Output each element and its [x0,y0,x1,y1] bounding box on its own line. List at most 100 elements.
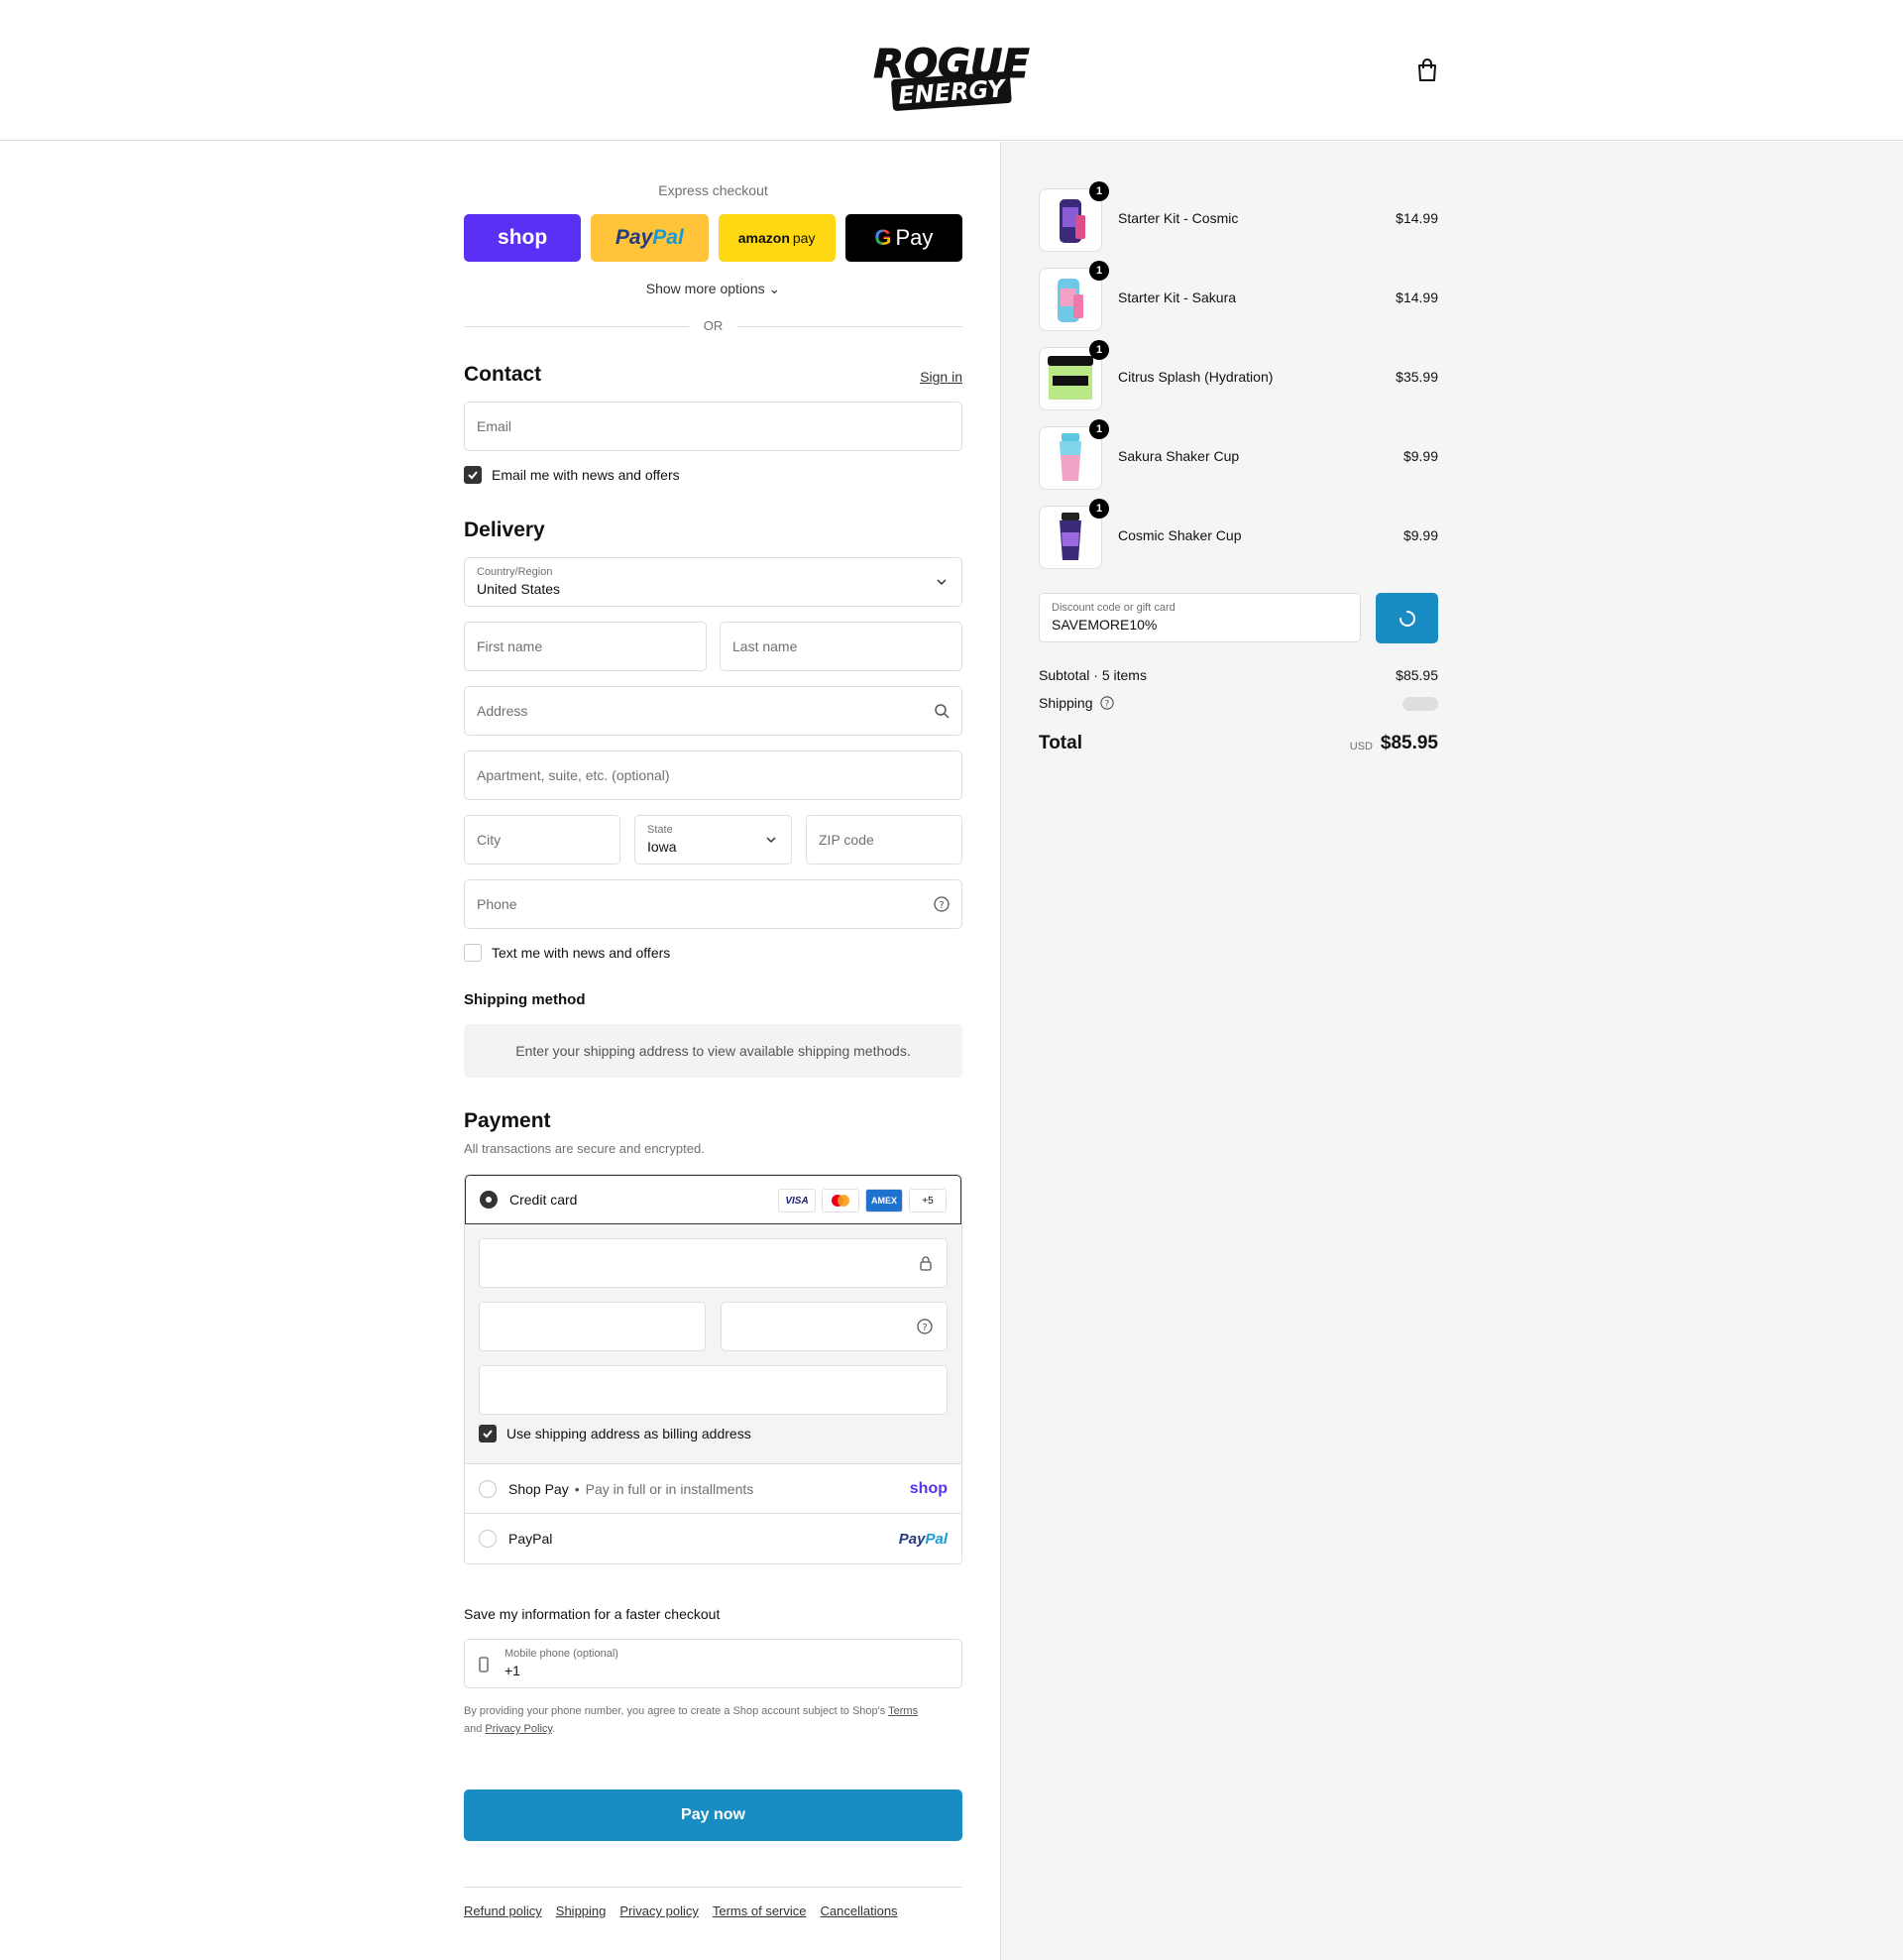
shop-pay-button[interactable]: shop [464,214,582,262]
quantity-badge: 1 [1089,340,1109,360]
footer-divider [464,1887,962,1888]
line-item: 1 Starter Kit - Cosmic $14.99 [1039,181,1438,252]
line-item: 1 Cosmic Shaker Cup $9.99 [1039,499,1438,569]
express-checkout-title: Express checkout [658,182,768,198]
paypal-option[interactable]: PayPal PayPal [465,1514,961,1563]
item-price: $14.99 [1396,210,1438,226]
sign-in-link[interactable]: Sign in [920,369,962,385]
paypal-logo: PayPal [898,1530,948,1548]
radio-empty-icon[interactable] [479,1479,497,1498]
shop-logo: shop [909,1479,948,1497]
show-more-options-button[interactable]: Show more options ⌄ [464,281,962,297]
address-field[interactable]: Address [464,686,962,736]
item-price: $9.99 [1402,527,1438,543]
item-name: Citrus Splash (Hydration) [1118,369,1274,385]
card-number-field[interactable] [479,1238,948,1288]
phone-field[interactable]: Phone ? [464,879,962,929]
billing-same-checkbox[interactable]: Use shipping address as billing address [479,1425,751,1442]
subtotal-row: Subtotal · 5 items $85.95 [1039,667,1438,683]
product-thumbnail: 1 [1039,340,1109,410]
email-field[interactable]: Email [464,402,962,451]
amazon-pay-button[interactable]: amazon pay [718,214,836,262]
loading-spinner-icon [1399,610,1415,627]
item-price: $9.99 [1402,448,1438,464]
rogue-energy-logo[interactable]: ROGUE ENERGY [833,44,1070,113]
apply-discount-button[interactable] [1376,593,1438,643]
chevron-down-icon: ⌄ [768,281,781,296]
radio-empty-icon[interactable] [479,1530,497,1548]
terms-of-service-link[interactable]: Terms of service [713,1903,807,1918]
svg-text:?: ? [922,1323,927,1333]
help-circle-icon[interactable]: ? [917,1319,933,1334]
pay-now-button[interactable]: Pay now [464,1789,962,1841]
shop-pay-option[interactable]: Shop Pay • Pay in full or in installment… [465,1464,961,1514]
city-field[interactable]: City [464,815,620,865]
checkbox-empty-icon[interactable] [464,944,482,962]
mastercard-icon [822,1189,859,1212]
apartment-field[interactable]: Apartment, suite, etc. (optional) [464,750,962,800]
cancellations-link[interactable]: Cancellations [821,1903,898,1918]
lock-icon [920,1256,932,1271]
expiration-field[interactable] [479,1302,706,1351]
shipping-row: Shipping ? [1039,695,1438,711]
line-item: 1 Sakura Shaker Cup $9.99 [1039,419,1438,490]
refund-policy-link[interactable]: Refund policy [464,1903,542,1918]
order-summary-panel [1000,142,1903,1960]
product-thumbnail: 1 [1039,419,1109,490]
contact-title: Contact [464,363,542,386]
paypal-button[interactable]: Pay Pal [591,214,709,262]
terms-link[interactable]: Terms [888,1705,918,1717]
mobile-phone-field[interactable]: Mobile phone (optional) +1 [464,1639,962,1688]
svg-text:?: ? [1105,700,1110,710]
item-price: $35.99 [1396,369,1438,385]
shipping-method-title: Shipping method [464,991,586,1008]
google-pay-button[interactable]: G Pay [844,214,962,262]
credit-card-option[interactable]: Credit card VISA AMEX +5 [465,1175,961,1224]
zip-field[interactable]: ZIP code [806,815,962,865]
first-name-field[interactable]: First name [464,622,707,671]
amex-icon: AMEX [865,1189,903,1212]
security-code-field[interactable]: ? [721,1302,948,1351]
quantity-badge: 1 [1089,261,1109,281]
item-name: Starter Kit - Cosmic [1118,210,1239,226]
shipping-loading-placeholder [1402,697,1438,711]
text-news-checkbox[interactable]: Text me with news and offers [464,944,670,962]
chevron-down-icon [766,837,776,844]
save-info-title: Save my information for a faster checkou… [464,1606,721,1622]
privacy-policy-footer-link[interactable]: Privacy policy [619,1903,698,1918]
svg-text:?: ? [939,900,944,911]
shopping-bag-icon[interactable] [1415,58,1439,83]
privacy-policy-link[interactable]: Privacy Policy [485,1723,552,1735]
quantity-badge: 1 [1089,499,1109,519]
chevron-down-icon [937,579,947,586]
name-on-card-field[interactable] [479,1365,948,1415]
or-divider: OR [464,318,962,334]
product-thumbnail: 1 [1039,499,1109,569]
quantity-badge: 1 [1089,181,1109,201]
card-form: ? Use shipping address as billing addres… [465,1224,961,1464]
item-price: $14.99 [1396,289,1438,305]
last-name-field[interactable]: Last name [720,622,962,671]
shipping-link[interactable]: Shipping [556,1903,607,1918]
radio-selected-icon[interactable] [480,1191,498,1209]
help-circle-icon[interactable]: ? [934,896,950,912]
item-name: Cosmic Shaker Cup [1118,527,1242,543]
search-icon [935,704,950,719]
delivery-title: Delivery [464,519,545,541]
help-circle-icon[interactable]: ? [1100,696,1115,710]
email-news-checkbox[interactable]: Email me with news and offers [464,466,680,484]
item-name: Sakura Shaker Cup [1118,448,1240,464]
mobile-phone-icon [479,1657,489,1672]
express-buttons: shop Pay Pal amazon pay G Pay [464,214,962,262]
header: ROGUE ENERGY [0,0,1903,141]
state-select[interactable]: State Iowa [634,815,792,865]
checkbox-checked-icon[interactable] [464,466,482,484]
payment-subtitle: All transactions are secure and encrypte… [464,1141,705,1156]
country-select[interactable]: Country/Region United States [464,557,962,607]
checkbox-checked-icon[interactable] [479,1425,497,1442]
payment-methods: Credit card VISA AMEX +5 ? Use shipping … [464,1174,962,1564]
line-item: 1 Starter Kit - Sakura $14.99 [1039,261,1438,331]
line-item: 1 Citrus Splash (Hydration) $35.99 [1039,340,1438,410]
quantity-badge: 1 [1089,419,1109,439]
discount-code-field[interactable]: Discount code or gift card SAVEMORE10% [1039,593,1361,642]
